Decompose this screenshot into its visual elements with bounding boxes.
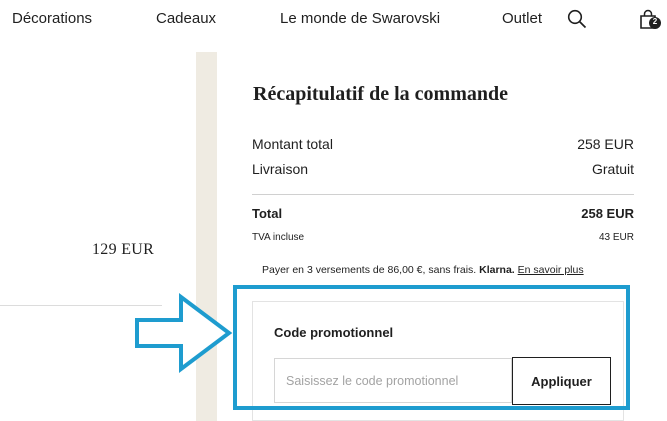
klarna-installments: Payer en 3 versements de 86,00 €, sans f… [262,264,584,276]
cart-count-badge: 2 [652,17,658,26]
order-summary-title: Récapitulatif de la commande [253,83,508,105]
item-price: 129 EUR [92,241,155,258]
vat-label: TVA incluse [252,232,305,243]
nav-item-outlet[interactable]: Outlet [502,10,542,27]
shipping-row: Livraison Gratuit [252,161,634,177]
subtotal-value: 258 EUR [577,136,634,152]
promo-code-title: Code promotionnel [274,325,394,340]
nav-item-decorations[interactable]: Décorations [12,10,92,27]
nav-item-world-of-swarovski[interactable]: Le monde de Swarovski [280,10,440,27]
klarna-learn-more-link[interactable]: En savoir plus [518,264,584,276]
promo-code-input[interactable] [274,358,512,403]
apply-promo-button[interactable]: Appliquer [512,357,611,405]
arrow-annotation-icon [128,292,236,379]
klarna-text: Payer en 3 versements de 86,00 €, sans f… [262,264,477,276]
klarna-logo: Klarna. [479,264,515,276]
total-row: Total 258 EUR [252,206,634,221]
vat-value: 43 EUR [598,232,634,243]
summary-divider [252,194,634,195]
search-icon[interactable] [567,9,587,34]
subtotal-row: Montant total 258 EUR [252,136,634,152]
shipping-label: Livraison [252,161,309,177]
total-value: 258 EUR [581,206,634,221]
total-label: Total [252,206,283,221]
subtotal-label: Montant total [252,136,333,152]
vat-row: TVA incluse 43 EUR [252,232,634,243]
nav-item-gifts[interactable]: Cadeaux [156,10,216,27]
shipping-value: Gratuit [591,161,634,177]
shopping-bag-icon[interactable]: 2 [639,9,663,36]
